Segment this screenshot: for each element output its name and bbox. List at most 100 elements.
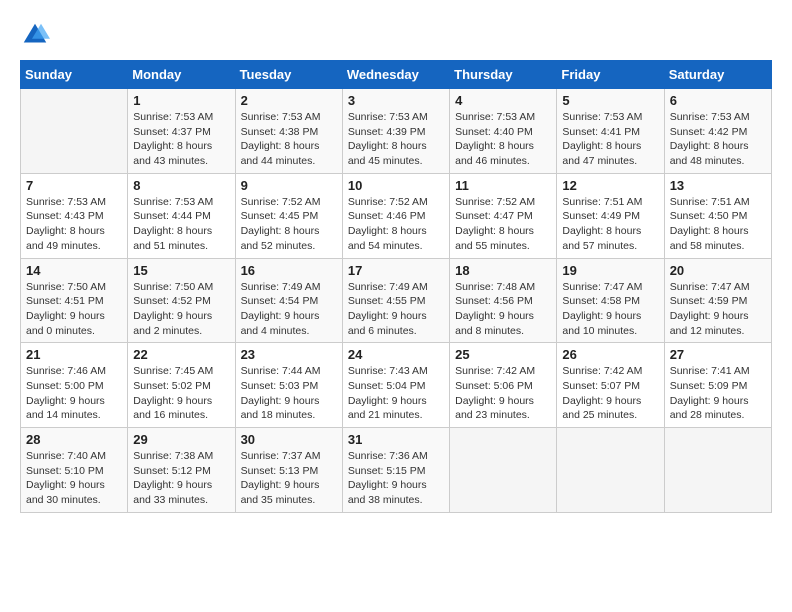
day-detail: Sunrise: 7:41 AMSunset: 5:09 PMDaylight:… [670,364,766,423]
day-number: 27 [670,347,766,362]
day-detail: Sunrise: 7:53 AMSunset: 4:41 PMDaylight:… [562,110,658,169]
weekday-header-row: SundayMondayTuesdayWednesdayThursdayFrid… [21,61,772,89]
day-number: 14 [26,263,122,278]
day-detail: Sunrise: 7:43 AMSunset: 5:04 PMDaylight:… [348,364,444,423]
day-number: 25 [455,347,551,362]
day-number: 18 [455,263,551,278]
day-detail: Sunrise: 7:50 AMSunset: 4:51 PMDaylight:… [26,280,122,339]
calendar-cell: 27 Sunrise: 7:41 AMSunset: 5:09 PMDayligh… [664,343,771,428]
day-detail: Sunrise: 7:49 AMSunset: 4:55 PMDaylight:… [348,280,444,339]
day-number: 15 [133,263,229,278]
calendar-cell: 20 Sunrise: 7:47 AMSunset: 4:59 PMDayligh… [664,258,771,343]
day-detail: Sunrise: 7:52 AMSunset: 4:47 PMDaylight:… [455,195,551,254]
calendar-cell: 11 Sunrise: 7:52 AMSunset: 4:47 PMDayligh… [450,173,557,258]
day-number: 24 [348,347,444,362]
calendar-cell: 9 Sunrise: 7:52 AMSunset: 4:45 PMDaylight… [235,173,342,258]
calendar-cell: 19 Sunrise: 7:47 AMSunset: 4:58 PMDayligh… [557,258,664,343]
calendar-cell [21,89,128,174]
day-detail: Sunrise: 7:38 AMSunset: 5:12 PMDaylight:… [133,449,229,508]
calendar-table: SundayMondayTuesdayWednesdayThursdayFrid… [20,60,772,513]
calendar-cell: 7Sunrise: 7:53 AMSunset: 4:43 PMDaylight… [21,173,128,258]
calendar-cell: 12 Sunrise: 7:51 AMSunset: 4:49 PMDayligh… [557,173,664,258]
day-number: 5 [562,93,658,108]
calendar-cell: 30 Sunrise: 7:37 AMSunset: 5:13 PMDayligh… [235,428,342,513]
day-number: 16 [241,263,337,278]
calendar-cell: 4 Sunrise: 7:53 AMSunset: 4:40 PMDaylight… [450,89,557,174]
logo-icon [20,20,50,50]
day-detail: Sunrise: 7:45 AMSunset: 5:02 PMDaylight:… [133,364,229,423]
day-detail: Sunrise: 7:53 AMSunset: 4:39 PMDaylight:… [348,110,444,169]
weekday-header-friday: Friday [557,61,664,89]
day-detail: Sunrise: 7:40 AMSunset: 5:10 PMDaylight:… [26,449,122,508]
day-number: 21 [26,347,122,362]
calendar-cell: 2 Sunrise: 7:53 AMSunset: 4:38 PMDaylight… [235,89,342,174]
calendar-cell [664,428,771,513]
calendar-cell: 25 Sunrise: 7:42 AMSunset: 5:06 PMDayligh… [450,343,557,428]
day-number: 31 [348,432,444,447]
calendar-cell: 14 Sunrise: 7:50 AMSunset: 4:51 PMDayligh… [21,258,128,343]
calendar-week-row: 7Sunrise: 7:53 AMSunset: 4:43 PMDaylight… [21,173,772,258]
calendar-cell: 6 Sunrise: 7:53 AMSunset: 4:42 PMDaylight… [664,89,771,174]
day-number: 20 [670,263,766,278]
day-detail: Sunrise: 7:52 AMSunset: 4:45 PMDaylight:… [241,195,337,254]
day-number: 11 [455,178,551,193]
day-detail: Sunrise: 7:36 AMSunset: 5:15 PMDaylight:… [348,449,444,508]
day-number: 13 [670,178,766,193]
day-number: 3 [348,93,444,108]
day-detail: Sunrise: 7:42 AMSunset: 5:06 PMDaylight:… [455,364,551,423]
calendar-week-row: 21 Sunrise: 7:46 AMSunset: 5:00 PMDayligh… [21,343,772,428]
calendar-cell: 16Sunrise: 7:49 AMSunset: 4:54 PMDayligh… [235,258,342,343]
day-detail: Sunrise: 7:46 AMSunset: 5:00 PMDaylight:… [26,364,122,423]
calendar-week-row: 14 Sunrise: 7:50 AMSunset: 4:51 PMDayligh… [21,258,772,343]
calendar-cell [450,428,557,513]
calendar-cell: 5 Sunrise: 7:53 AMSunset: 4:41 PMDaylight… [557,89,664,174]
calendar-cell: 31 Sunrise: 7:36 AMSunset: 5:15 PMDayligh… [342,428,449,513]
day-number: 10 [348,178,444,193]
day-detail: Sunrise: 7:51 AMSunset: 4:49 PMDaylight:… [562,195,658,254]
day-number: 2 [241,93,337,108]
day-number: 6 [670,93,766,108]
calendar-cell: 1Sunrise: 7:53 AMSunset: 4:37 PMDaylight… [128,89,235,174]
day-number: 23 [241,347,337,362]
calendar-cell: 26Sunrise: 7:42 AMSunset: 5:07 PMDayligh… [557,343,664,428]
day-detail: Sunrise: 7:53 AMSunset: 4:42 PMDaylight:… [670,110,766,169]
day-number: 4 [455,93,551,108]
calendar-cell: 28Sunrise: 7:40 AMSunset: 5:10 PMDayligh… [21,428,128,513]
day-number: 19 [562,263,658,278]
day-detail: Sunrise: 7:48 AMSunset: 4:56 PMDaylight:… [455,280,551,339]
header [20,20,772,50]
calendar-cell: 10Sunrise: 7:52 AMSunset: 4:46 PMDayligh… [342,173,449,258]
day-number: 22 [133,347,229,362]
calendar-cell: 15 Sunrise: 7:50 AMSunset: 4:52 PMDayligh… [128,258,235,343]
calendar-week-row: 28Sunrise: 7:40 AMSunset: 5:10 PMDayligh… [21,428,772,513]
day-detail: Sunrise: 7:50 AMSunset: 4:52 PMDaylight:… [133,280,229,339]
day-detail: Sunrise: 7:47 AMSunset: 4:59 PMDaylight:… [670,280,766,339]
calendar-cell: 21 Sunrise: 7:46 AMSunset: 5:00 PMDayligh… [21,343,128,428]
day-number: 9 [241,178,337,193]
calendar-week-row: 1Sunrise: 7:53 AMSunset: 4:37 PMDaylight… [21,89,772,174]
day-number: 12 [562,178,658,193]
day-number: 17 [348,263,444,278]
calendar-cell: 17 Sunrise: 7:49 AMSunset: 4:55 PMDayligh… [342,258,449,343]
day-detail: Sunrise: 7:47 AMSunset: 4:58 PMDaylight:… [562,280,658,339]
day-number: 26 [562,347,658,362]
day-number: 30 [241,432,337,447]
logo [20,20,54,50]
day-detail: Sunrise: 7:53 AMSunset: 4:38 PMDaylight:… [241,110,337,169]
weekday-header-monday: Monday [128,61,235,89]
day-detail: Sunrise: 7:51 AMSunset: 4:50 PMDaylight:… [670,195,766,254]
calendar-cell [557,428,664,513]
day-number: 8 [133,178,229,193]
weekday-header-saturday: Saturday [664,61,771,89]
calendar-cell: 22 Sunrise: 7:45 AMSunset: 5:02 PMDayligh… [128,343,235,428]
weekday-header-thursday: Thursday [450,61,557,89]
day-number: 7 [26,178,122,193]
day-detail: Sunrise: 7:53 AMSunset: 4:40 PMDaylight:… [455,110,551,169]
calendar-cell: 29Sunrise: 7:38 AMSunset: 5:12 PMDayligh… [128,428,235,513]
calendar-cell: 23Sunrise: 7:44 AMSunset: 5:03 PMDayligh… [235,343,342,428]
day-detail: Sunrise: 7:37 AMSunset: 5:13 PMDaylight:… [241,449,337,508]
weekday-header-tuesday: Tuesday [235,61,342,89]
weekday-header-wednesday: Wednesday [342,61,449,89]
calendar-cell: 13 Sunrise: 7:51 AMSunset: 4:50 PMDayligh… [664,173,771,258]
calendar-cell: 3 Sunrise: 7:53 AMSunset: 4:39 PMDaylight… [342,89,449,174]
